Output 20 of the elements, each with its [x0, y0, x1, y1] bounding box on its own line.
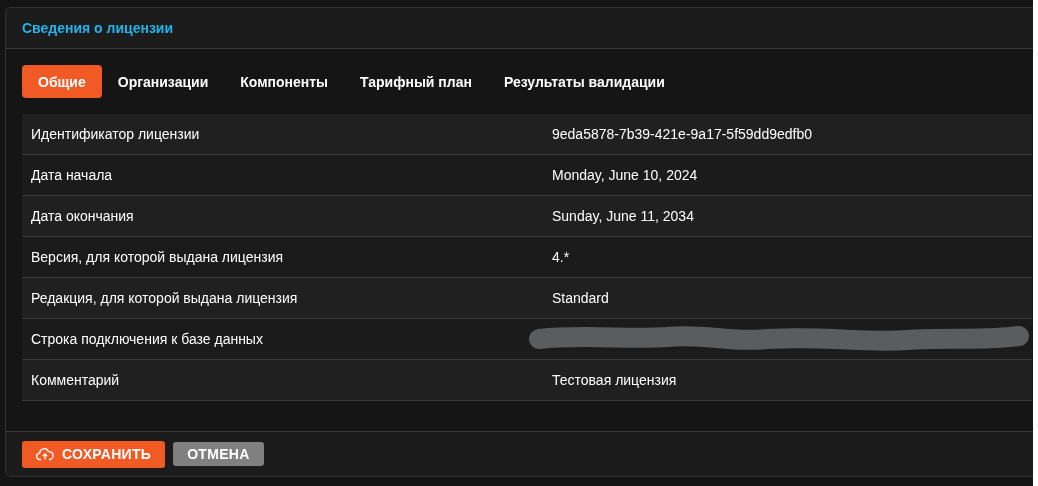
- tab[interactable]: Результаты валидации: [487, 65, 681, 98]
- field-value: 4.*: [552, 249, 570, 265]
- field-value: Monday, June 10, 2024: [552, 167, 698, 183]
- tab[interactable]: Тарифный план: [344, 65, 488, 98]
- field-label: Дата начала: [31, 167, 113, 183]
- cloud-upload-icon: [36, 447, 54, 461]
- field-value: Тестовая лицензия: [552, 372, 677, 388]
- field-label: Дата окончания: [31, 208, 134, 224]
- cancel-button[interactable]: ОТМЕНА: [173, 442, 264, 466]
- field-label: Версия, для которой выдана лицензия: [31, 249, 284, 265]
- field-label: Комментарий: [31, 372, 120, 388]
- field-label: Строка подключения к базе данных: [31, 331, 263, 347]
- tab[interactable]: Компоненты: [224, 65, 345, 98]
- field-label: Идентификатор лицензии: [31, 126, 200, 142]
- field-value: 9eda5878-7b39-421e-9a17-5f59dd9edfb0: [552, 126, 812, 142]
- tab[interactable]: Организации: [101, 65, 225, 98]
- panel-title: Сведения о лицензии: [22, 20, 174, 36]
- field-value: Sunday, June 11, 2034: [552, 208, 694, 224]
- field-value: Standard: [552, 290, 609, 306]
- field-label: Редакция, для которой выдана лицензия: [31, 290, 298, 306]
